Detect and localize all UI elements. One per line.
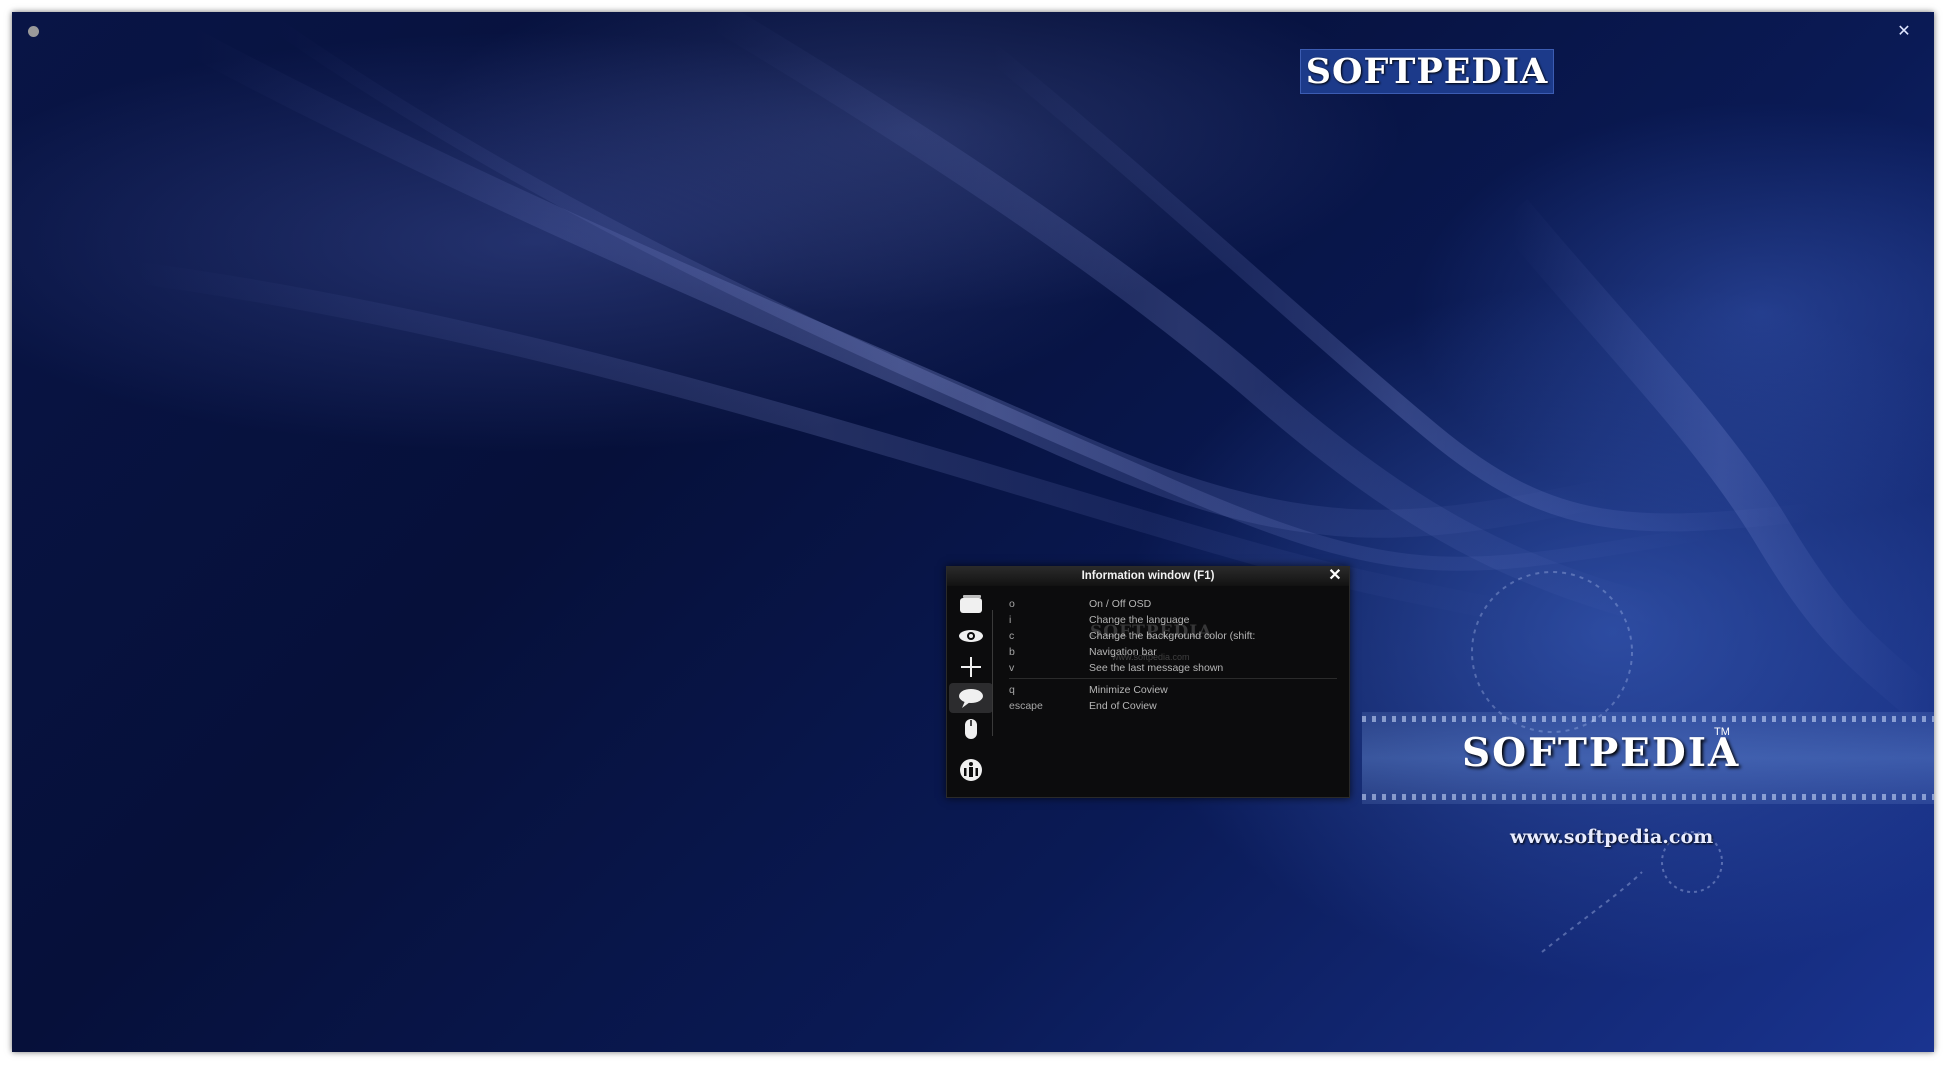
shortcut-key: escape (1009, 700, 1043, 712)
softpedia-watermark: SOFTPEDIA (1090, 622, 1213, 642)
shortcut-key: i (1009, 614, 1012, 626)
shortcut-description: Minimize Coview (1089, 684, 1168, 696)
shortcut-description: See the last message shown (1089, 662, 1224, 674)
shortcut-key: v (1009, 662, 1015, 674)
info-close-icon[interactable]: ✕ (1327, 568, 1343, 584)
softpedia-url: www.softpedia.com (1510, 826, 1714, 848)
softpedia-logo-top: SOFTPEDIA (1300, 49, 1554, 94)
tab-navigation[interactable] (949, 652, 993, 682)
tab-messages[interactable] (949, 683, 993, 713)
eye-icon (959, 630, 983, 642)
shortcut-description: On / Off OSD (1089, 598, 1152, 610)
softpedia-logo-large: SOFTPEDIA (1462, 730, 1741, 776)
sidebar-divider (992, 610, 993, 736)
tab-view[interactable] (949, 621, 993, 651)
shortcut-key: q (1009, 684, 1015, 696)
information-window: Information window (F1) ✕ o On / Off OSD… (946, 566, 1350, 798)
close-icon[interactable]: ✕ (1896, 24, 1912, 40)
shortcut-key: o (1009, 598, 1015, 610)
mouse-icon (965, 719, 977, 739)
tab-mouse[interactable] (949, 714, 993, 744)
shortcut-key: b (1009, 646, 1015, 658)
shortcut-description: End of Coview (1089, 700, 1157, 712)
image-viewer-canvas[interactable]: ✕ SOFTPEDIA SOFTPEDIA TM www.softpedia.c… (12, 12, 1934, 1052)
tab-display[interactable] (949, 590, 993, 620)
film-holes-bottom (1362, 794, 1934, 800)
trademark-mark: TM (1714, 726, 1730, 738)
info-sidebar (947, 586, 995, 797)
tab-about[interactable] (949, 754, 993, 784)
softpedia-watermark-url: www.softpedia.com (1112, 652, 1190, 662)
screen-icon (960, 595, 982, 613)
crosshair-icon (961, 657, 981, 677)
info-icon (960, 759, 982, 781)
shortcut-key: c (1009, 630, 1015, 642)
swirl-decoration (130, 12, 1934, 953)
speech-bubble-icon (959, 689, 983, 708)
shortcut-divider (1009, 678, 1337, 679)
film-holes-top (1362, 716, 1934, 722)
information-window-title: Information window (F1) (947, 567, 1349, 586)
window-menu-dot[interactable] (28, 26, 39, 37)
